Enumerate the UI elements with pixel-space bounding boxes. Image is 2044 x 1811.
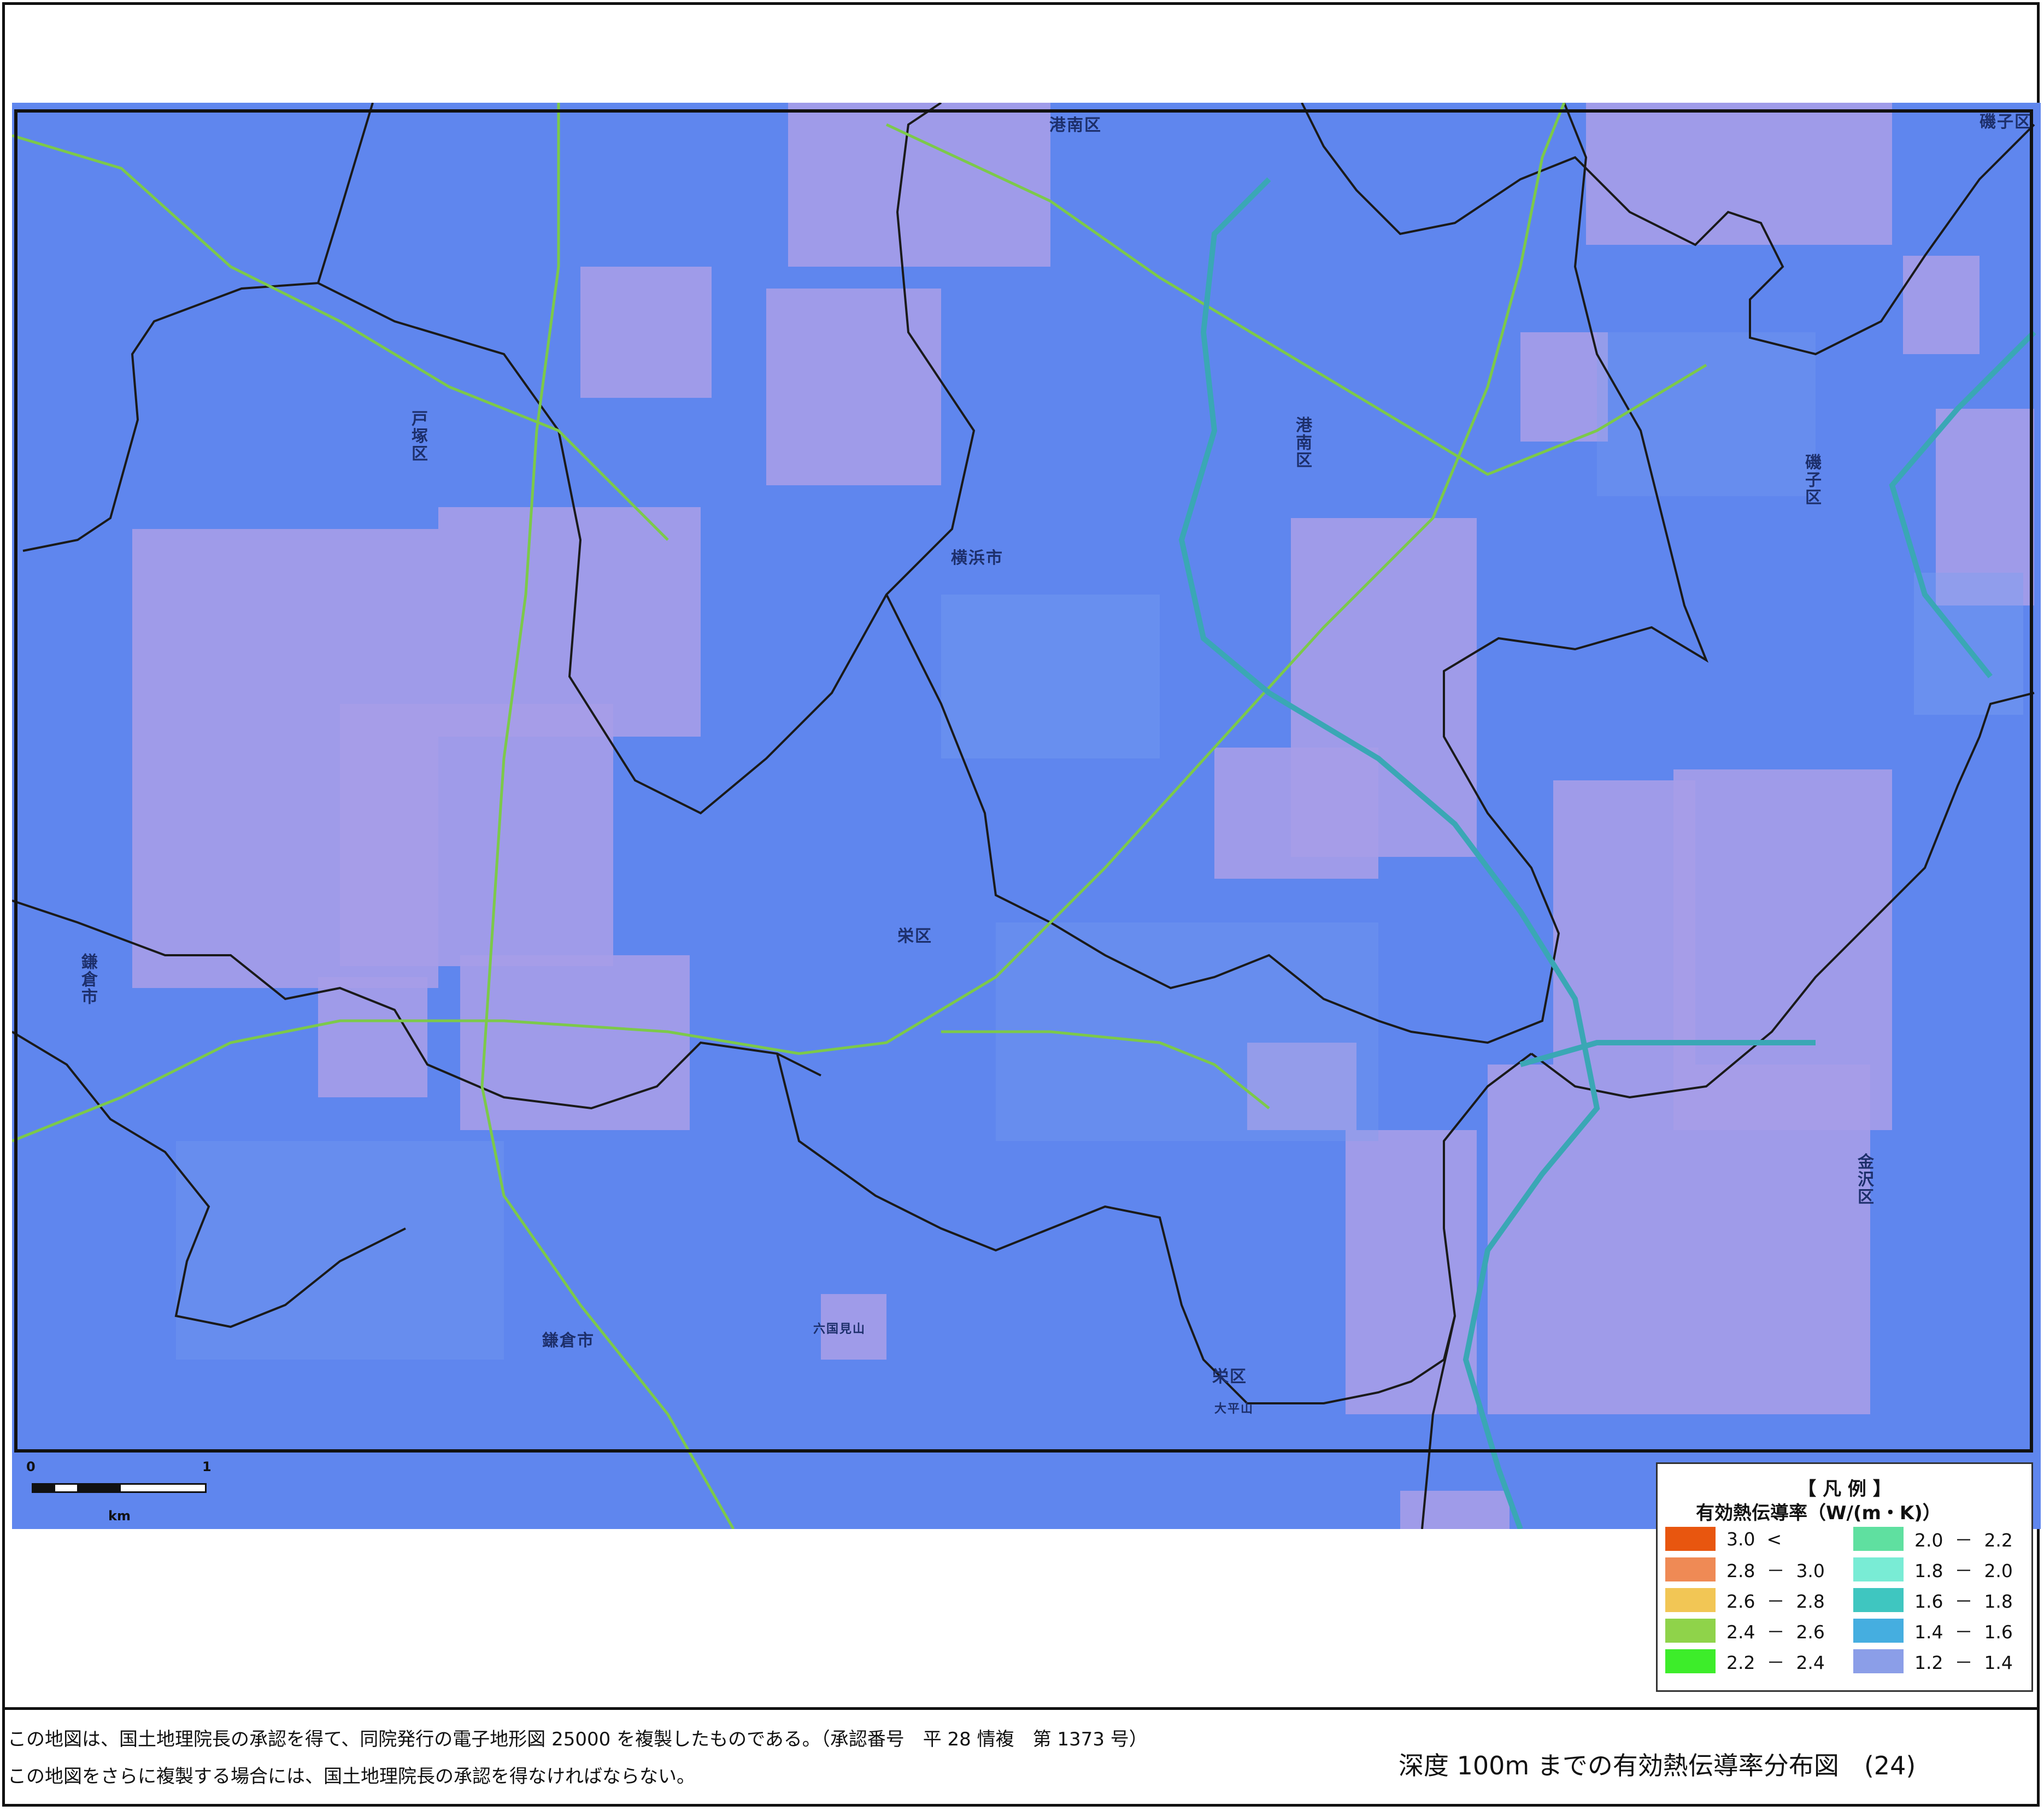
legend-item: 2.4 － 2.6	[1665, 1618, 1825, 1643]
legend-label: 1.4 － 1.6	[1914, 1621, 2013, 1643]
legend-item: 1.8 － 2.0	[1853, 1557, 2013, 1582]
legend-swatch	[1853, 1588, 1904, 1612]
legend-subtitle: 有効熱伝導率（W/(m・K)）	[1696, 1502, 1941, 1524]
legend-swatch	[1853, 1649, 1904, 1673]
legend-label: 1.6 － 1.8	[1914, 1591, 2013, 1612]
pink-zone	[1400, 1491, 1509, 1529]
legend-title: 【 凡 例 】	[1798, 1478, 1892, 1500]
legend-item: 2.8 － 3.0	[1665, 1557, 1825, 1582]
legend-swatch	[1665, 1527, 1716, 1551]
legend-label: 2.2 － 2.4	[1726, 1652, 1825, 1673]
scale-start: 0	[26, 1459, 36, 1474]
pink-zone	[580, 267, 712, 398]
pink-zone	[1586, 103, 1892, 245]
pink-zone	[1346, 1130, 1477, 1414]
place-label: 横浜市	[951, 549, 1003, 568]
scale-unit: km	[108, 1508, 131, 1524]
legend-swatch	[1665, 1649, 1716, 1673]
legend-item: 2.6 － 2.8	[1665, 1587, 1825, 1613]
pink-zone	[766, 289, 941, 485]
place-label: 大平山	[1214, 1402, 1254, 1416]
scale-bar: 0 1 km	[26, 1459, 212, 1525]
pink-zone	[1214, 748, 1378, 879]
place-label: 金沢区	[1854, 1153, 1873, 1206]
place-label: 鎌倉市	[78, 953, 97, 1006]
legend-label: 2.0 － 2.2	[1914, 1530, 2013, 1551]
pink-zone	[1488, 1065, 1870, 1414]
map-canvas	[12, 103, 2041, 1529]
place-label: 六国見山	[813, 1322, 866, 1336]
legend-item: 1.6 － 1.8	[1853, 1587, 2013, 1613]
legend-swatch	[1853, 1527, 1904, 1551]
pink-zone	[788, 103, 1050, 267]
place-label: 栄区	[897, 927, 932, 946]
legend-swatch	[1665, 1557, 1716, 1581]
place-label: 港南区	[1049, 116, 1102, 135]
legend-label: 1.8 － 2.0	[1914, 1560, 2013, 1581]
legend-swatch	[1665, 1619, 1716, 1643]
copyright-note: この地図は、国土地理院長の承認を得て、同院発行の電子地形図 25000 を複製し…	[8, 1728, 1148, 1750]
legend-item: 1.4 － 1.6	[1853, 1618, 2013, 1643]
legend-label: 2.4 － 2.6	[1726, 1621, 1825, 1643]
place-label: 港南区	[1293, 416, 1312, 469]
place-label: 磯子区	[1980, 113, 2032, 132]
legend-item: 3.0 <	[1665, 1526, 1782, 1551]
pink-zone	[438, 507, 701, 737]
place-label: 磯子区	[1802, 454, 1821, 506]
pink-zone	[460, 955, 690, 1130]
legend-label: 3.0 <	[1726, 1528, 1782, 1550]
legend-item: 2.0 － 2.2	[1853, 1526, 2013, 1551]
legend-item: 1.2 － 1.4	[1853, 1649, 2013, 1674]
legend-swatch	[1853, 1619, 1904, 1643]
legend-swatch	[1853, 1557, 1904, 1581]
map-area[interactable]: 港南区 磯子区 戸塚区 港南区 磯子区 横浜市 栄区 鎌倉市 鎌倉市 金沢区 栄…	[12, 103, 2041, 1529]
scale-bar-graphic	[32, 1483, 207, 1493]
legend-item: 2.2 － 2.4	[1665, 1649, 1825, 1674]
light-zone	[1914, 573, 2023, 715]
pink-zone	[340, 704, 613, 966]
reproduction-note: この地図をさらに複製する場合には、国土地理院長の承認を得なければならない。	[8, 1766, 695, 1788]
footer: この地図は、国土地理院長の承認を得て、同院発行の電子地形図 25000 を複製し…	[2, 1707, 2040, 1809]
legend-label: 2.6 － 2.8	[1726, 1591, 1825, 1612]
legend-label: 1.2 － 1.4	[1914, 1652, 2013, 1673]
place-label: 鎌倉市	[542, 1331, 595, 1350]
light-zone	[941, 595, 1160, 758]
map-title: 深度 100m までの有効熱伝導率分布図 (24)	[1399, 1751, 1916, 1780]
legend-swatch	[1665, 1588, 1716, 1612]
legend: 【 凡 例 】 有効熱伝導率（W/(m・K)） 3.0 < 2.8 － 3.0 …	[1656, 1462, 2033, 1692]
scale-end: 1	[202, 1459, 212, 1474]
light-zone	[1597, 332, 1816, 496]
place-label: 栄区	[1212, 1367, 1247, 1386]
place-label: 戸塚区	[408, 410, 427, 462]
legend-label: 2.8 － 3.0	[1726, 1560, 1825, 1581]
